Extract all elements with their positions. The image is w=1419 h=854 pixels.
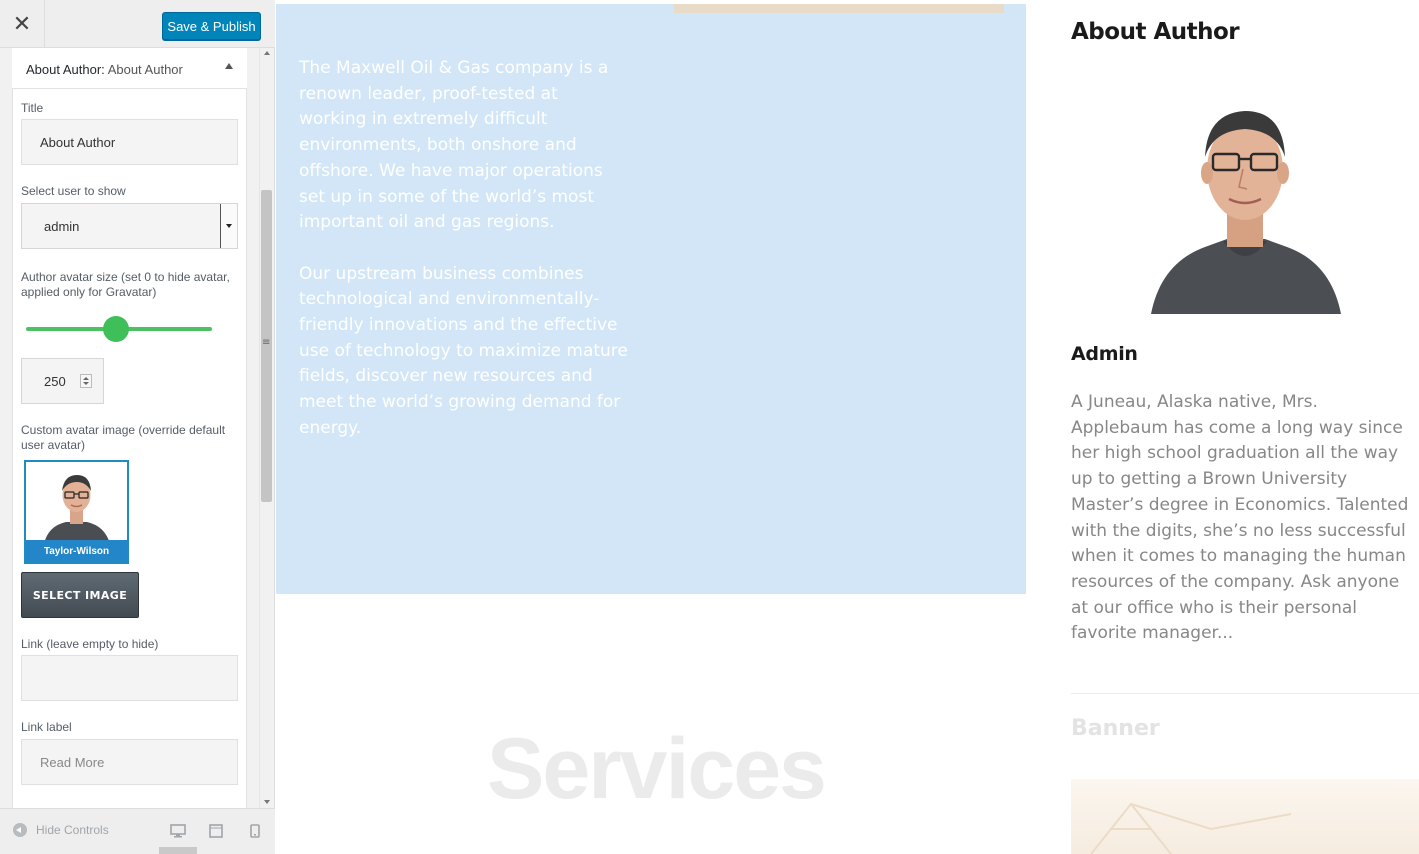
close-icon[interactable]: ✕ (0, 0, 45, 48)
resize-grip-icon[interactable]: ≡ (262, 338, 270, 348)
avatar-size-input[interactable]: 250 (21, 358, 104, 404)
customizer-footer: Hide Controls (0, 808, 275, 854)
tablet-icon[interactable] (209, 824, 223, 838)
select-image-button[interactable]: SELECT IMAGE (21, 572, 139, 618)
desktop-icon[interactable] (170, 824, 186, 838)
banner-illustration (1090, 802, 1292, 854)
hero-paragraph-1: The Maxwell Oil & Gas company is a renow… (299, 58, 609, 233)
customizer-sidebar: ✕ Save & Publish About Author: About Aut… (0, 0, 275, 854)
avatar-size-label: Author avatar size (set 0 to hide avatar… (21, 270, 230, 299)
link-text-input[interactable]: Read More (21, 739, 238, 785)
collapse-icon (13, 823, 27, 837)
hide-controls-label: Hide Controls (36, 823, 109, 837)
user-select[interactable]: admin (21, 203, 238, 249)
save-publish-button[interactable]: Save & Publish (162, 12, 261, 40)
author-bio: A Juneau, Alaska native, Mrs. Applebaum … (1071, 392, 1409, 644)
custom-avatar-thumbnail[interactable]: Taylor-Wilson (24, 460, 129, 564)
section-title: About Author: About Author (26, 62, 183, 77)
about-author-widget-title: About Author (1071, 19, 1240, 45)
banner-widget-title: Banner (1071, 716, 1160, 741)
title-input[interactable]: About Author (21, 119, 238, 165)
site-preview: The Maxwell Oil & Gas company is a renow… (275, 0, 1419, 854)
scroll-down-icon[interactable] (264, 800, 270, 804)
section-header[interactable]: About Author: About Author (12, 48, 247, 89)
link-input[interactable] (21, 655, 238, 701)
hide-controls-button[interactable]: Hide Controls (13, 823, 109, 837)
link-label: Link (leave empty to hide) (21, 637, 159, 651)
active-device-indicator (159, 847, 197, 854)
user-select-label: Select user to show (21, 184, 126, 198)
avatar-size-value: 250 (44, 373, 66, 389)
customizer-header: ✕ Save & Publish (0, 0, 275, 48)
hero-section: The Maxwell Oil & Gas company is a renow… (276, 4, 1026, 594)
user-select-value: admin (44, 218, 80, 234)
controls-panel: About Author: About Author Title About A… (0, 48, 275, 808)
section-title-prefix: About Author: (26, 62, 105, 77)
customizer-window: ✕ Save & Publish About Author: About Aut… (0, 0, 1419, 854)
section-title-name: About Author (107, 62, 183, 77)
hero-text: The Maxwell Oil & Gas company is a renow… (299, 56, 629, 467)
custom-avatar-label: Custom avatar image (override default us… (21, 423, 226, 452)
select-arrow-icon[interactable] (220, 204, 237, 248)
hero-image-strip (674, 4, 1004, 13)
author-avatar (1147, 95, 1343, 314)
avatar-size-slider-handle[interactable] (103, 316, 129, 342)
collapse-arrow-icon[interactable] (225, 63, 233, 69)
hero-paragraph-2: Our upstream business combines technolog… (299, 263, 628, 438)
thumbnail-caption: Taylor-Wilson (26, 540, 127, 562)
scroll-up-icon[interactable] (264, 51, 270, 55)
link-text-label: Link label (21, 720, 72, 734)
services-heading: Services (487, 721, 827, 817)
banner-image (1071, 779, 1419, 854)
author-name: Admin (1071, 343, 1138, 365)
widget-divider (1071, 693, 1419, 694)
mobile-icon[interactable] (250, 824, 260, 838)
title-label: Title (21, 101, 44, 115)
number-spinner-icon[interactable] (80, 374, 92, 388)
